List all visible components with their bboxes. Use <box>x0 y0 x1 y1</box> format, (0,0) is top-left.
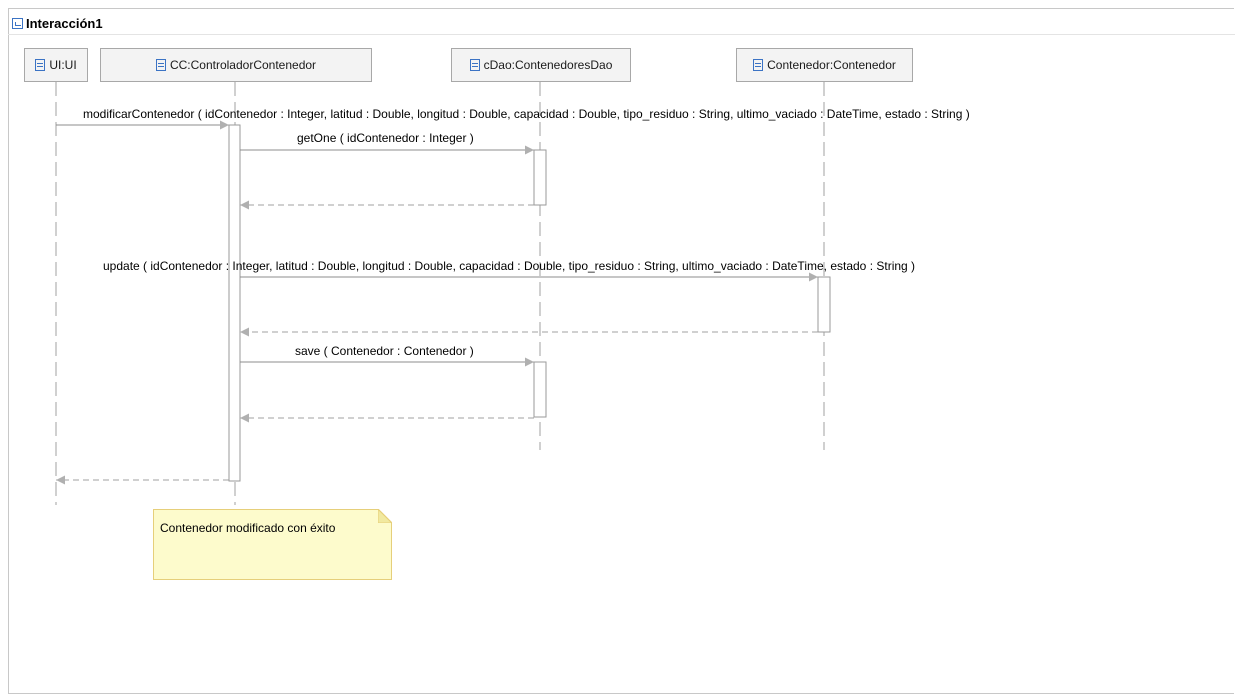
message-update-label: update ( idContenedor : Integer, latitud… <box>103 259 915 273</box>
message-save-label: save ( Contenedor : Contenedor ) <box>295 344 474 358</box>
activation-dao-getone <box>533 149 547 206</box>
note-box[interactable] <box>153 509 392 580</box>
note-fold-icon <box>378 509 392 523</box>
activation-controlador <box>228 124 241 482</box>
message-modificar-label: modificarContenedor ( idContenedor : Int… <box>83 107 970 121</box>
note-text: Contenedor modificado con éxito <box>160 521 336 535</box>
message-getone-label: getOne ( idContenedor : Integer ) <box>297 131 474 145</box>
activation-contenedor-update <box>817 276 831 333</box>
sequence-diagram-canvas: modificarContenedor ( idContenedor : Int… <box>55 82 970 505</box>
activation-dao-save <box>533 361 547 418</box>
